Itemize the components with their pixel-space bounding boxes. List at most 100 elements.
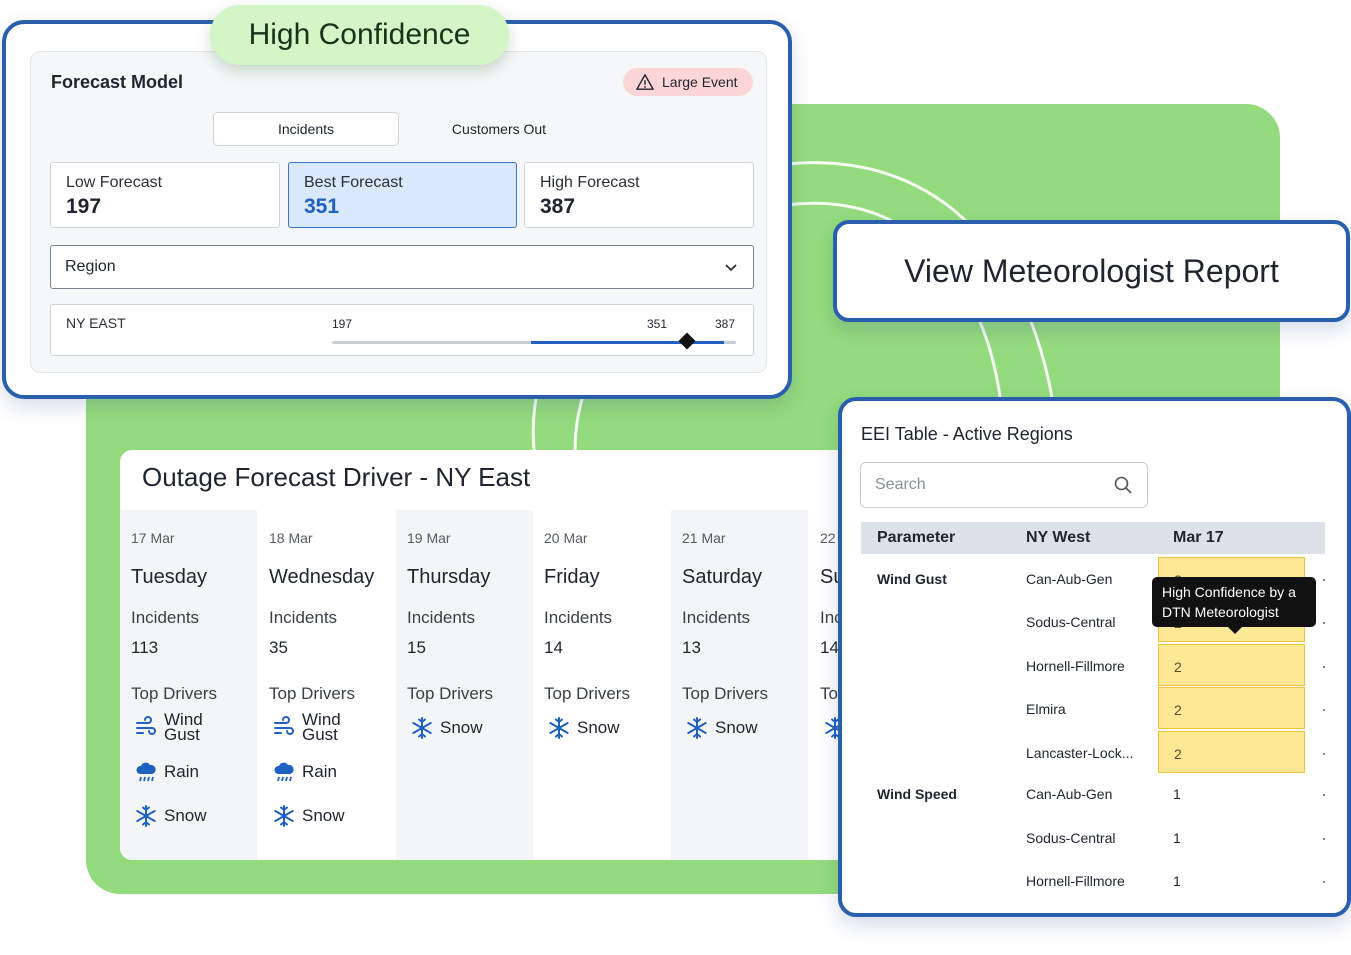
day-column: 18 Mar Wednesday Incidents 35 Top Driver… bbox=[258, 510, 395, 860]
top-drivers-label: Top Drivers bbox=[269, 684, 355, 703]
driver-snow-label: Snow bbox=[164, 806, 207, 825]
row-edge-mark bbox=[1323, 709, 1325, 711]
top-drivers-label: Top Drivers bbox=[407, 684, 493, 703]
incidents-value: 14 bbox=[544, 638, 563, 657]
table-row-region: Can-Aub-Gen bbox=[1026, 786, 1113, 802]
day-name: Tuesday bbox=[131, 566, 207, 588]
table-row-region: Can-Aub-Gen bbox=[1026, 571, 1113, 587]
search-placeholder: Search bbox=[875, 476, 926, 493]
region-select-label: Region bbox=[65, 258, 116, 275]
table-row-region: Hornell-Fillmore bbox=[1026, 873, 1125, 889]
row-edge-mark bbox=[1323, 838, 1325, 840]
driver-rain: Rain bbox=[272, 760, 337, 784]
rain-icon bbox=[274, 762, 294, 782]
incidents-label: Incidents bbox=[682, 608, 751, 627]
incidents-label: Incidents bbox=[269, 608, 338, 627]
incidents-value: 14 bbox=[820, 638, 839, 657]
value-cell: 1 bbox=[1173, 786, 1181, 802]
wind-icon bbox=[274, 716, 294, 735]
param-wind-gust: Wind Gust bbox=[877, 571, 947, 587]
driver-snow-label: Snow bbox=[577, 718, 620, 737]
range-track bbox=[332, 332, 736, 350]
eei-table-card: EEI Table - Active Regions Search Parame… bbox=[838, 397, 1351, 917]
search-input[interactable]: Search bbox=[860, 462, 1148, 508]
day-name: Friday bbox=[544, 566, 600, 588]
incidents-value: 15 bbox=[407, 638, 426, 657]
tab-incidents[interactable]: Incidents bbox=[213, 112, 399, 146]
day-column: 21 Mar Saturday Incidents 13 Top Drivers… bbox=[671, 510, 808, 860]
incidents-value: 13 bbox=[682, 638, 701, 657]
top-drivers-label: Top Drivers bbox=[131, 684, 217, 703]
forecast-model-title: Forecast Model bbox=[51, 72, 184, 92]
low-forecast-label: Low Forecast bbox=[66, 174, 163, 191]
driver-snow: Snow bbox=[134, 804, 207, 828]
outage-forecast-panel: Outage Forecast Driver - NY East 17 Mar … bbox=[120, 450, 850, 860]
row-edge-mark bbox=[1323, 881, 1325, 883]
driver-rain: Rain bbox=[134, 760, 199, 784]
best-forecast-card[interactable]: Best Forecast 351 bbox=[288, 162, 517, 228]
table-row-region: Hornell-Fillmore bbox=[1026, 658, 1125, 674]
value-cell: 1 bbox=[1173, 873, 1181, 889]
low-forecast-card[interactable]: Low Forecast 197 bbox=[50, 162, 280, 228]
day-column: 17 Mar Tuesday Incidents 113 Top Drivers… bbox=[120, 510, 257, 860]
range-thumb[interactable] bbox=[678, 332, 696, 350]
large-event-label: Large Event bbox=[662, 74, 738, 90]
day-name: Thursday bbox=[407, 566, 491, 588]
region-range-row: NY EAST 197 351 387 bbox=[50, 304, 754, 356]
row-edge-mark bbox=[1323, 794, 1325, 796]
range-low-value: 197 bbox=[332, 317, 353, 331]
day-date: 17 Mar bbox=[131, 530, 175, 546]
incidents-label: Incidents bbox=[407, 608, 476, 627]
driver-snow-label: Snow bbox=[302, 806, 345, 825]
table-row-region: Sodus-Central bbox=[1026, 614, 1116, 630]
highlighted-value-cell: 2 bbox=[1158, 644, 1305, 686]
top-drivers-label: Top Drivers bbox=[682, 684, 768, 703]
snow-icon bbox=[549, 717, 569, 739]
driver-wind-gust: Wind Gust bbox=[272, 711, 341, 744]
row-edge-mark bbox=[1323, 622, 1325, 624]
tab-customers-out[interactable]: Customers Out bbox=[415, 112, 583, 146]
confidence-tooltip: High Confidence by a DTN Meteorologist bbox=[1152, 577, 1316, 634]
forecast-model-card: Forecast Model Large Event Incidents Cus… bbox=[2, 20, 792, 399]
day-column: 19 Mar Thursday Incidents 15 Top Drivers… bbox=[396, 510, 533, 860]
large-event-badge: Large Event bbox=[623, 68, 753, 96]
high-forecast-card[interactable]: High Forecast 387 bbox=[524, 162, 754, 228]
range-high-value: 387 bbox=[715, 317, 736, 331]
best-forecast-value: 351 bbox=[304, 195, 340, 218]
high-confidence-pill: High Confidence bbox=[210, 5, 509, 65]
header-region: NY West bbox=[1026, 529, 1091, 546]
snow-icon bbox=[136, 805, 156, 827]
incidents-label: Incidents bbox=[131, 608, 200, 627]
day-date: 19 Mar bbox=[407, 530, 451, 546]
driver-snow-label: Snow bbox=[715, 718, 758, 737]
incidents-value: 113 bbox=[131, 638, 159, 657]
driver-rain-label: Rain bbox=[302, 762, 337, 781]
wind-icon bbox=[136, 716, 156, 735]
day-name: Saturday bbox=[682, 566, 763, 588]
snow-icon bbox=[412, 717, 432, 739]
view-meteorologist-report-button[interactable]: View Meteorologist Report bbox=[833, 220, 1350, 322]
eei-title: EEI Table - Active Regions bbox=[861, 424, 1073, 444]
table-header: Parameter NY West Mar 17 bbox=[861, 522, 1325, 554]
driver-gust-word: Gust bbox=[302, 725, 338, 744]
driver-wind-gust: Wind Gust bbox=[134, 711, 203, 744]
row-edge-mark bbox=[1323, 579, 1325, 581]
range-best-value: 351 bbox=[647, 317, 668, 331]
search-icon[interactable] bbox=[1113, 475, 1133, 495]
snow-icon bbox=[687, 717, 707, 739]
high-forecast-label: High Forecast bbox=[540, 174, 640, 191]
high-forecast-value: 387 bbox=[540, 195, 576, 218]
top-drivers-label: Top Drivers bbox=[544, 684, 630, 703]
table-row-region: Elmira bbox=[1026, 701, 1066, 717]
low-forecast-value: 197 bbox=[66, 195, 102, 218]
param-wind-speed: Wind Speed bbox=[877, 786, 957, 802]
table-row-region: Lancaster-Lock... bbox=[1026, 745, 1134, 761]
driver-gust-word: Gust bbox=[164, 725, 200, 744]
snow-icon bbox=[274, 805, 294, 827]
highlighted-value-cell: 2 bbox=[1158, 731, 1305, 773]
day-column: 20 Mar Friday Incidents 14 Top Drivers S… bbox=[533, 510, 670, 860]
outage-title: Outage Forecast Driver - NY East bbox=[142, 462, 531, 492]
driver-snow: Snow bbox=[547, 716, 620, 740]
header-date: Mar 17 bbox=[1173, 529, 1224, 546]
region-select[interactable]: Region bbox=[50, 245, 754, 289]
